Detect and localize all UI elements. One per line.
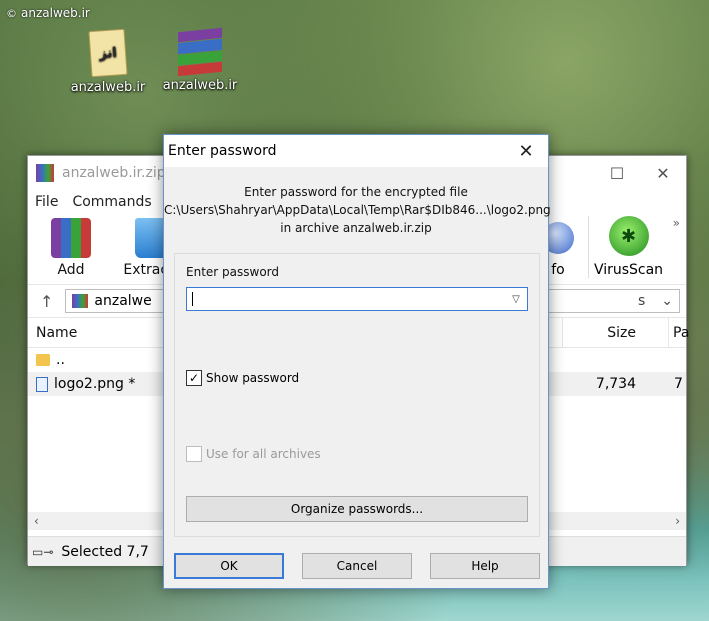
copyright-icon: ©: [6, 6, 17, 20]
desktop-icon-label: anzalweb.ir: [162, 78, 238, 93]
password-dialog: Enter password ✕ Enter password for the …: [163, 134, 551, 589]
column-size[interactable]: Size: [562, 317, 642, 348]
dialog-message: Enter password for the encrypted file C:…: [164, 183, 551, 237]
password-combobox[interactable]: ▽: [186, 287, 528, 311]
list-item-size: 7,734: [595, 376, 636, 392]
message-line-3: in archive anzalweb.ir.zip: [280, 221, 432, 235]
address-path: anzalwe: [94, 293, 152, 309]
document-icon: انز: [88, 28, 128, 78]
menu-file[interactable]: File: [35, 194, 58, 210]
password-input[interactable]: [193, 289, 505, 309]
scroll-right-icon[interactable]: ›: [675, 514, 680, 528]
add-archive-icon: [51, 218, 91, 258]
watermark-text: anzalweb.ir: [21, 6, 90, 20]
info-button-label: fo: [551, 262, 565, 278]
use-all-archives-label: Use for all archives: [206, 447, 321, 461]
toolbar-overflow-icon[interactable]: »: [673, 216, 680, 230]
list-item-name: ..: [56, 352, 65, 368]
show-password-label: Show password: [206, 371, 300, 385]
address-rar-icon: [72, 294, 89, 308]
message-line-2: C:\Users\Shahryar\AppData\Local\Temp\Rar…: [164, 203, 551, 217]
column-packed[interactable]: Pa: [668, 317, 689, 348]
address-path-tail: s: [637, 293, 646, 309]
column-name[interactable]: Name: [28, 325, 77, 341]
close-icon[interactable]: ✕: [640, 164, 686, 183]
up-arrow-icon[interactable]: ↑: [40, 292, 53, 311]
image-file-icon: [36, 376, 48, 392]
chevron-down-icon[interactable]: ▽: [505, 294, 527, 305]
use-all-archives-checkbox[interactable]: Use for all archives: [186, 446, 321, 462]
rar-archive-icon: [178, 27, 222, 77]
winrar-app-icon: [36, 164, 54, 182]
password-label: Enter password: [186, 265, 279, 279]
maximize-icon[interactable]: ☐: [594, 164, 640, 183]
chevron-down-icon[interactable]: ⌄: [655, 293, 679, 309]
virusscan-button[interactable]: ✱ VirusScan: [588, 216, 668, 278]
add-button[interactable]: Add: [34, 218, 108, 278]
scroll-left-icon[interactable]: ‹: [34, 514, 39, 528]
organize-passwords-button[interactable]: Organize passwords...: [186, 496, 528, 522]
ok-button[interactable]: OK: [174, 553, 284, 579]
checkmark-icon[interactable]: ✓: [186, 370, 202, 386]
dialog-title: Enter password: [168, 143, 277, 159]
bug-icon: ✱: [608, 216, 649, 256]
help-button[interactable]: Help: [430, 553, 540, 579]
dialog-buttons: OK Cancel Help: [174, 553, 540, 579]
status-text: Selected 7,7: [61, 543, 149, 560]
list-item-packed: 7: [674, 376, 683, 392]
add-button-label: Add: [57, 262, 85, 278]
close-icon[interactable]: ✕: [504, 141, 548, 162]
checkbox-empty-icon[interactable]: [186, 446, 202, 462]
desktop-icon-label: anzalweb.ir: [70, 80, 146, 95]
show-password-checkbox[interactable]: ✓ Show password: [186, 370, 299, 386]
cancel-button[interactable]: Cancel: [302, 553, 412, 579]
drive-key-icon: ▭⊸: [32, 544, 54, 559]
list-item-name: logo2.png *: [54, 376, 136, 392]
winrar-title: anzalweb.ir.zip: [62, 165, 166, 181]
desktop-icon-document[interactable]: انز anzalweb.ir: [68, 28, 148, 95]
watermark: © anzalweb.ir: [6, 6, 90, 20]
folder-icon: [36, 354, 50, 366]
virusscan-button-label: VirusScan: [593, 262, 664, 278]
desktop-icon-rar[interactable]: anzalweb.ir: [160, 27, 240, 93]
menu-commands[interactable]: Commands: [72, 194, 151, 210]
message-line-1: Enter password for the encrypted file: [244, 185, 468, 199]
dialog-titlebar: Enter password ✕: [164, 135, 548, 167]
password-group: Enter password ▽ ✓ Show password Use for…: [174, 253, 540, 537]
document-icon-glyph: انز: [98, 44, 118, 62]
